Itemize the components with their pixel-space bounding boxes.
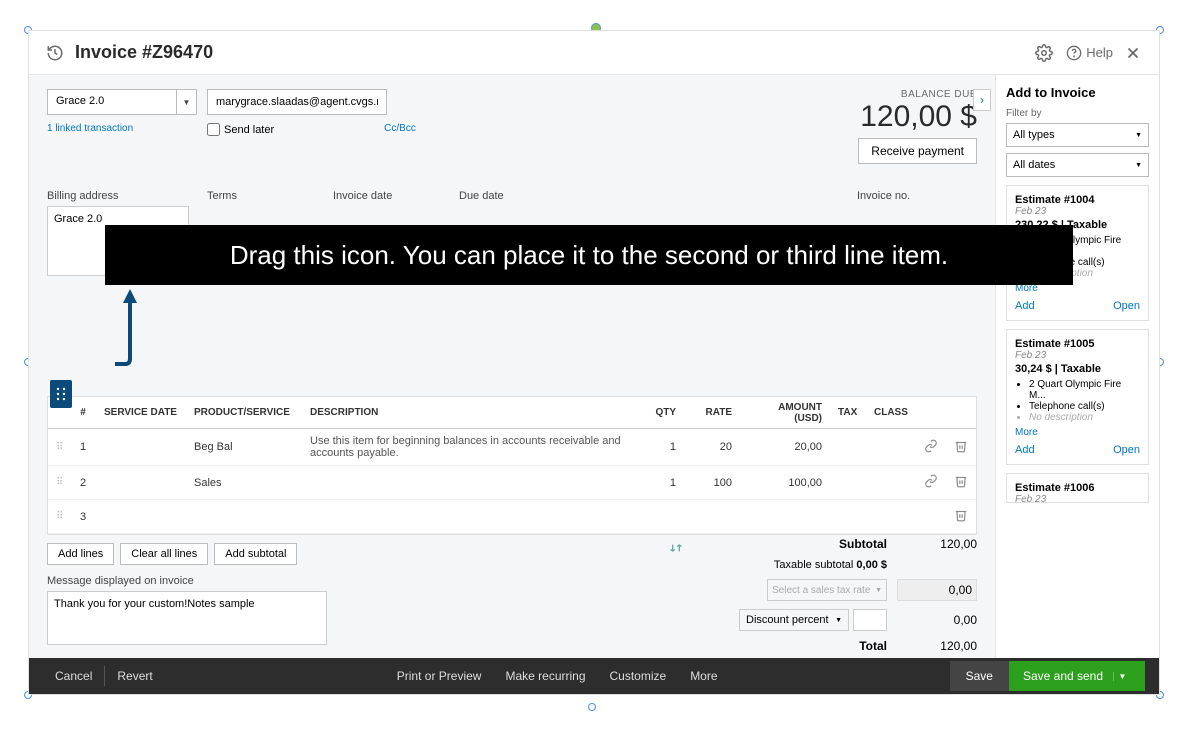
more-button[interactable]: More (678, 663, 729, 689)
total-label: Total (637, 639, 897, 653)
trash-icon[interactable] (946, 468, 976, 497)
send-later-checkbox[interactable]: Send later (207, 123, 274, 136)
terms-label: Terms (207, 190, 315, 202)
chevron-down-icon: ▼ (1113, 672, 1131, 681)
customer-value: Grace 2.0 (48, 90, 176, 114)
table-row[interactable]: ⠿ 3 (48, 500, 976, 534)
filter-type-select[interactable]: All types▼ (1006, 123, 1149, 147)
cancel-button[interactable]: Cancel (43, 663, 104, 689)
discount-input[interactable] (853, 609, 887, 631)
table-row[interactable]: ⠿ 1 Beg Bal Use this item for beginning … (48, 429, 976, 466)
total-value: 120,00 (897, 639, 977, 653)
revert-button[interactable]: Revert (105, 663, 164, 689)
add-lines-button[interactable]: Add lines (47, 543, 114, 565)
discount-type-select[interactable]: Discount percent▼ (739, 609, 849, 631)
receive-payment-button[interactable]: Receive payment (858, 138, 977, 164)
billing-label: Billing address (47, 190, 189, 202)
save-button[interactable]: Save (950, 661, 1009, 691)
balance-label: BALANCE DUE (858, 89, 977, 100)
recurring-button[interactable]: Make recurring (493, 663, 597, 689)
email-field[interactable] (207, 89, 387, 115)
trash-icon[interactable] (946, 433, 976, 462)
balance-amount: 120,00 $ (858, 100, 977, 134)
discount-value: 0,00 (897, 613, 977, 627)
invoice-no-label: Invoice no. (857, 190, 977, 202)
open-link[interactable]: Open (1113, 444, 1140, 456)
col-desc: DESCRIPTION (302, 401, 636, 424)
help-link[interactable]: Help (1086, 45, 1113, 60)
main-panel: › Grace 2.0 ▼ 1 linked transaction Send … (29, 75, 995, 658)
col-rate: RATE (684, 401, 740, 424)
grip-icon[interactable]: ⠿ (48, 436, 70, 459)
line-items-table: # SERVICE DATE PRODUCT/SERVICE DESCRIPTI… (47, 396, 977, 535)
topbar: Invoice #Z96470 Help (29, 31, 1159, 75)
invoice-message-field[interactable] (47, 591, 327, 645)
col-amount: AMOUNT (USD) (740, 396, 830, 430)
table-row[interactable]: ⠿ 2 Sales 1 100 100,00 (48, 466, 976, 500)
filter-label: Filter by (1006, 108, 1149, 119)
customize-button[interactable]: Customize (598, 663, 679, 689)
more-link[interactable]: More (1015, 427, 1140, 438)
col-class: CLASS (866, 401, 916, 424)
chevron-down-icon: ▼ (176, 90, 196, 114)
close-icon[interactable] (1121, 41, 1145, 65)
grip-icon[interactable]: ⠿ (48, 471, 70, 494)
print-button[interactable]: Print or Preview (385, 663, 494, 689)
side-panel: Add to Invoice Filter by All types▼ All … (995, 75, 1159, 658)
add-link[interactable]: Add (1015, 300, 1035, 312)
col-date: SERVICE DATE (96, 401, 186, 424)
customer-select[interactable]: Grace 2.0 ▼ (47, 89, 197, 115)
grip-icon[interactable]: ⠿ (48, 505, 70, 528)
swap-icon[interactable] (668, 540, 684, 559)
invoice-window: Invoice #Z96470 Help › Grace 2.0 ▼ 1 lin… (28, 30, 1160, 695)
arrow-annotation (115, 289, 145, 372)
gear-icon[interactable] (1032, 41, 1056, 65)
help-icon[interactable] (1062, 41, 1086, 65)
page-title: Invoice #Z96470 (75, 42, 213, 63)
subtotal-value: 120,00 (897, 537, 977, 551)
estimate-card: Estimate #1006 Feb 23 (1006, 473, 1149, 503)
annotation-overlay: Drag this icon. You can place it to the … (105, 225, 1073, 285)
balance-due: BALANCE DUE 120,00 $ Receive payment (858, 89, 977, 164)
open-link[interactable]: Open (1113, 300, 1140, 312)
filter-date-select[interactable]: All dates▼ (1006, 153, 1149, 177)
col-qty: QTY (636, 401, 684, 424)
invoice-date-label: Invoice date (333, 190, 441, 202)
col-product: PRODUCT/SERVICE (186, 401, 302, 424)
col-num: # (70, 401, 96, 424)
history-icon[interactable] (43, 41, 67, 65)
save-send-button[interactable]: Save and send▼ (1009, 661, 1145, 691)
link-icon[interactable] (916, 468, 946, 497)
drag-handle-highlight[interactable] (50, 380, 72, 408)
trash-icon[interactable] (946, 502, 976, 531)
due-date-label: Due date (459, 190, 567, 202)
estimate-card: Estimate #1005 Feb 23 30,24 $ | Taxable … (1006, 329, 1149, 465)
panel-title: Add to Invoice (1006, 85, 1149, 100)
invoice-message-label: Message displayed on invoice (47, 575, 327, 587)
ccbcc-link[interactable]: Cc/Bcc (384, 123, 416, 136)
clear-lines-button[interactable]: Clear all lines (120, 543, 208, 565)
col-tax: TAX (830, 401, 866, 424)
tax-rate-select[interactable]: Select a sales tax rate▼ (767, 579, 887, 601)
link-icon[interactable] (916, 433, 946, 462)
panel-collapse-icon[interactable]: › (973, 89, 991, 111)
linked-transaction-link[interactable]: 1 linked transaction (47, 123, 197, 134)
footer-bar: Cancel Revert Print or Preview Make recu… (29, 658, 1159, 694)
add-link[interactable]: Add (1015, 444, 1035, 456)
add-subtotal-button[interactable]: Add subtotal (214, 543, 297, 565)
tax-value: 0,00 (897, 579, 977, 601)
